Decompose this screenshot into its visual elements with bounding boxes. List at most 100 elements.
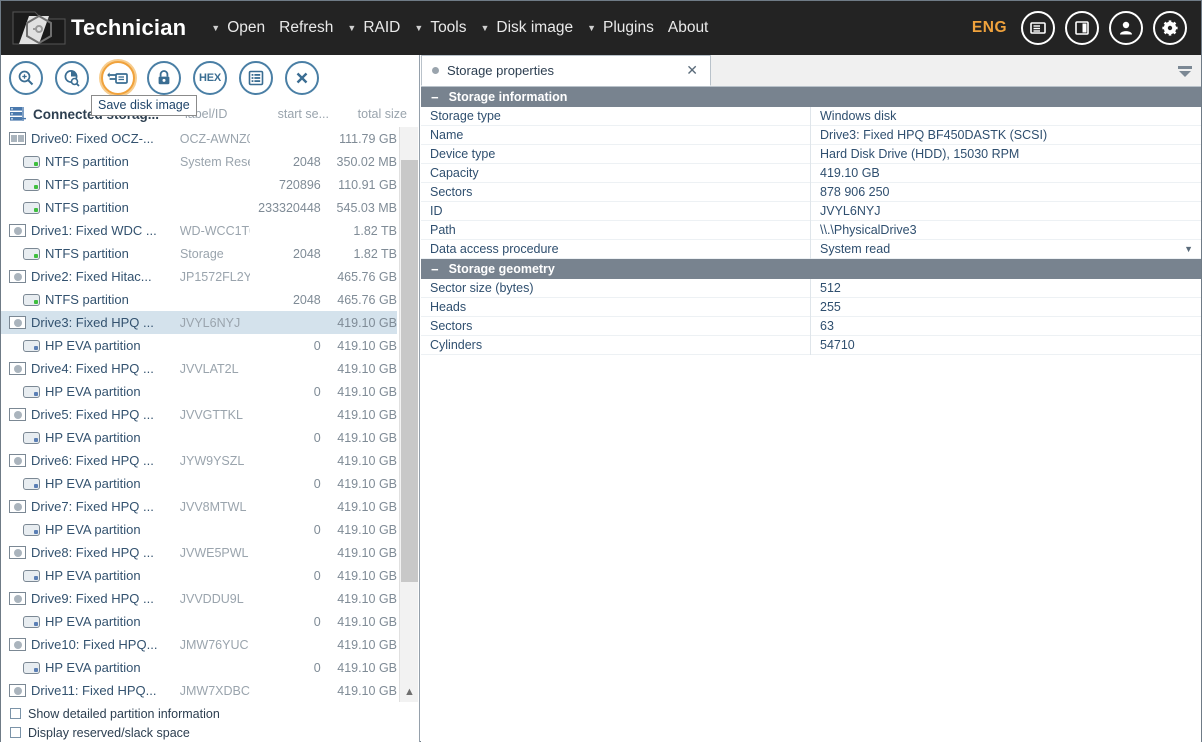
lock-icon[interactable] <box>147 61 181 95</box>
language-selector[interactable]: ENG <box>972 19 1007 37</box>
checkbox-box[interactable] <box>10 708 21 719</box>
row-name: HP EVA partition <box>45 568 180 583</box>
hdd-icon <box>9 546 26 559</box>
row-total-size: 419.10 GB <box>321 592 397 606</box>
list-options: Show detailed partition information Disp… <box>1 702 419 742</box>
storage-row-partition[interactable]: NTFS partitionSystem Rese...2048350.02 M… <box>1 150 397 173</box>
list-icon[interactable] <box>239 61 273 95</box>
section-header[interactable]: −Storage information <box>421 87 1201 107</box>
property-row: Path\\.\PhysicalDrive3 <box>421 221 1201 240</box>
storage-row-partition[interactable]: HP EVA partition0419.10 GB <box>1 334 397 357</box>
row-start-sector: 0 <box>250 477 320 491</box>
storage-row-partition[interactable]: HP EVA partition0419.10 GB <box>1 656 397 679</box>
storage-row-drive[interactable]: Drive3: Fixed HPQ ...JVYL6NYJ419.10 GB <box>1 311 397 334</box>
chevron-down-icon: ▼ <box>414 24 423 33</box>
scrollbar-thumb[interactable] <box>401 160 418 582</box>
property-key: Heads <box>421 298 811 317</box>
row-label-id: Storage <box>180 247 250 261</box>
storage-row-drive[interactable]: Drive0: Fixed OCZ-...OCZ-AWNZ0...111.79 … <box>1 127 397 150</box>
storage-row-partition[interactable]: HP EVA partition0419.10 GB <box>1 426 397 449</box>
menu-refresh-label: Refresh <box>279 19 333 37</box>
menu-plugins-label: Plugins <box>603 19 654 37</box>
row-total-size: 350.02 MB <box>321 155 397 169</box>
menu-about[interactable]: About <box>661 15 716 41</box>
chevron-down-icon[interactable]: ▼ <box>1184 244 1193 254</box>
ntfs-partition-icon <box>23 294 40 306</box>
storage-row-partition[interactable]: NTFS partitionStorage20481.82 TB <box>1 242 397 265</box>
storage-row-partition[interactable]: NTFS partition720896110.91 GB <box>1 173 397 196</box>
storage-row-drive[interactable]: Drive1: Fixed WDC ...WD-WCC1T0...1.82 TB <box>1 219 397 242</box>
eva-partition-icon <box>23 478 40 490</box>
storage-row-partition[interactable]: HP EVA partition0419.10 GB <box>1 518 397 541</box>
row-total-size: 111.79 GB <box>321 132 397 146</box>
menu-open[interactable]: ▼ Open <box>204 15 272 41</box>
menu-tools-label: Tools <box>430 19 466 37</box>
properties-sections: −Storage informationStorage typeWindows … <box>421 87 1201 355</box>
split-panel-icon[interactable] <box>1065 11 1099 45</box>
storage-row-drive[interactable]: Drive2: Fixed Hitac...JP1572FL2YP...465.… <box>1 265 397 288</box>
row-total-size: 419.10 GB <box>321 638 397 652</box>
storage-row-partition[interactable]: NTFS partition2048465.76 GB <box>1 288 397 311</box>
menu-plugins[interactable]: ▼ Plugins <box>580 15 661 41</box>
search-disk-icon[interactable] <box>9 61 43 95</box>
hdd-icon <box>9 592 26 605</box>
hex-icon[interactable]: HEX <box>193 61 227 95</box>
row-label-id: JVVDDU9L <box>180 592 250 606</box>
storage-row-partition[interactable]: HP EVA partition0419.10 GB <box>1 472 397 495</box>
menu-raid[interactable]: ▼ RAID <box>340 15 407 41</box>
collapse-icon[interactable]: − <box>431 90 439 105</box>
eva-partition-icon <box>23 524 40 536</box>
row-name: HP EVA partition <box>45 338 180 353</box>
chevron-down-icon: ▼ <box>347 24 356 33</box>
row-name: HP EVA partition <box>45 476 180 491</box>
storage-row-drive[interactable]: Drive10: Fixed HPQ...JMW76YUC419.10 GB <box>1 633 397 656</box>
row-total-size: 1.82 TB <box>321 247 397 261</box>
close-icon[interactable] <box>285 61 319 95</box>
storage-row-partition[interactable]: NTFS partition233320448545.03 MB <box>1 196 397 219</box>
storage-list-header: Connected storag... label/ID start se...… <box>1 101 419 127</box>
checkbox-display-reserved-slack-space[interactable]: Display reserved/slack space <box>10 723 419 742</box>
close-icon[interactable]: ✕ <box>682 62 702 79</box>
scroll-up-arrow[interactable]: ▲ <box>400 682 419 701</box>
storage-row-drive[interactable]: Drive5: Fixed HPQ ...JVVGTTKL419.10 GB <box>1 403 397 426</box>
save-disk-image-icon[interactable] <box>101 61 135 95</box>
menu-tools[interactable]: ▼ Tools <box>407 15 473 41</box>
property-row: Storage typeWindows disk <box>421 107 1201 126</box>
checkbox-box[interactable] <box>10 727 21 738</box>
property-value: 419.10 GB <box>811 164 1201 183</box>
storage-row-drive[interactable]: Drive7: Fixed HPQ ...JVV8MTWL419.10 GB <box>1 495 397 518</box>
property-row: Device typeHard Disk Drive (HDD), 15030 … <box>421 145 1201 164</box>
menu-disk-image[interactable]: ▼ Disk image <box>474 15 581 41</box>
storage-row-drive[interactable]: Drive4: Fixed HPQ ...JVVLAT2L419.10 GB <box>1 357 397 380</box>
storage-row-partition[interactable]: HP EVA partition0419.10 GB <box>1 564 397 587</box>
row-start-sector: 0 <box>250 385 320 399</box>
gear-icon[interactable] <box>1153 11 1187 45</box>
storage-row-drive[interactable]: Drive9: Fixed HPQ ...JVVDDU9L419.10 GB <box>1 587 397 610</box>
row-total-size: 419.10 GB <box>321 500 397 514</box>
column-header-total-size[interactable]: total size <box>329 107 407 121</box>
storage-row-drive[interactable]: Drive11: Fixed HPQ...JMW7XDBC419.10 GB <box>1 679 397 702</box>
user-icon[interactable] <box>1109 11 1143 45</box>
row-label-id: JMW76YUC <box>180 638 250 652</box>
section-header[interactable]: −Storage geometry <box>421 259 1201 279</box>
disk-analysis-icon[interactable] <box>55 61 89 95</box>
row-start-sector: 0 <box>250 523 320 537</box>
tab-storage-properties[interactable]: Storage properties ✕ <box>421 55 711 86</box>
storage-row-partition[interactable]: HP EVA partition0419.10 GB <box>1 610 397 633</box>
row-label-id: WD-WCC1T0... <box>180 224 250 238</box>
checkbox-show-detailed-partition-information[interactable]: Show detailed partition information <box>10 704 419 723</box>
property-value[interactable]: System read▼ <box>811 240 1201 259</box>
window-panel-icon[interactable] <box>1021 11 1055 45</box>
row-total-size: 419.10 GB <box>321 362 397 376</box>
property-value-text: 255 <box>820 300 841 314</box>
storage-row-partition[interactable]: HP EVA partition0419.10 GB <box>1 380 397 403</box>
panel-collapse-icon[interactable] <box>1175 61 1195 81</box>
menu-refresh[interactable]: Refresh <box>272 15 340 41</box>
column-header-start-sector[interactable]: start se... <box>257 107 329 121</box>
chevron-down-icon: ▼ <box>587 24 596 33</box>
storage-list-scrollbar[interactable]: ▲ ▼ <box>399 127 418 742</box>
storage-row-drive[interactable]: Drive6: Fixed HPQ ...JYW9YSZL419.10 GB <box>1 449 397 472</box>
property-value: Drive3: Fixed HPQ BF450DASTK (SCSI) <box>811 126 1201 145</box>
storage-row-drive[interactable]: Drive8: Fixed HPQ ...JVWE5PWL419.10 GB <box>1 541 397 564</box>
collapse-icon[interactable]: − <box>431 262 439 277</box>
